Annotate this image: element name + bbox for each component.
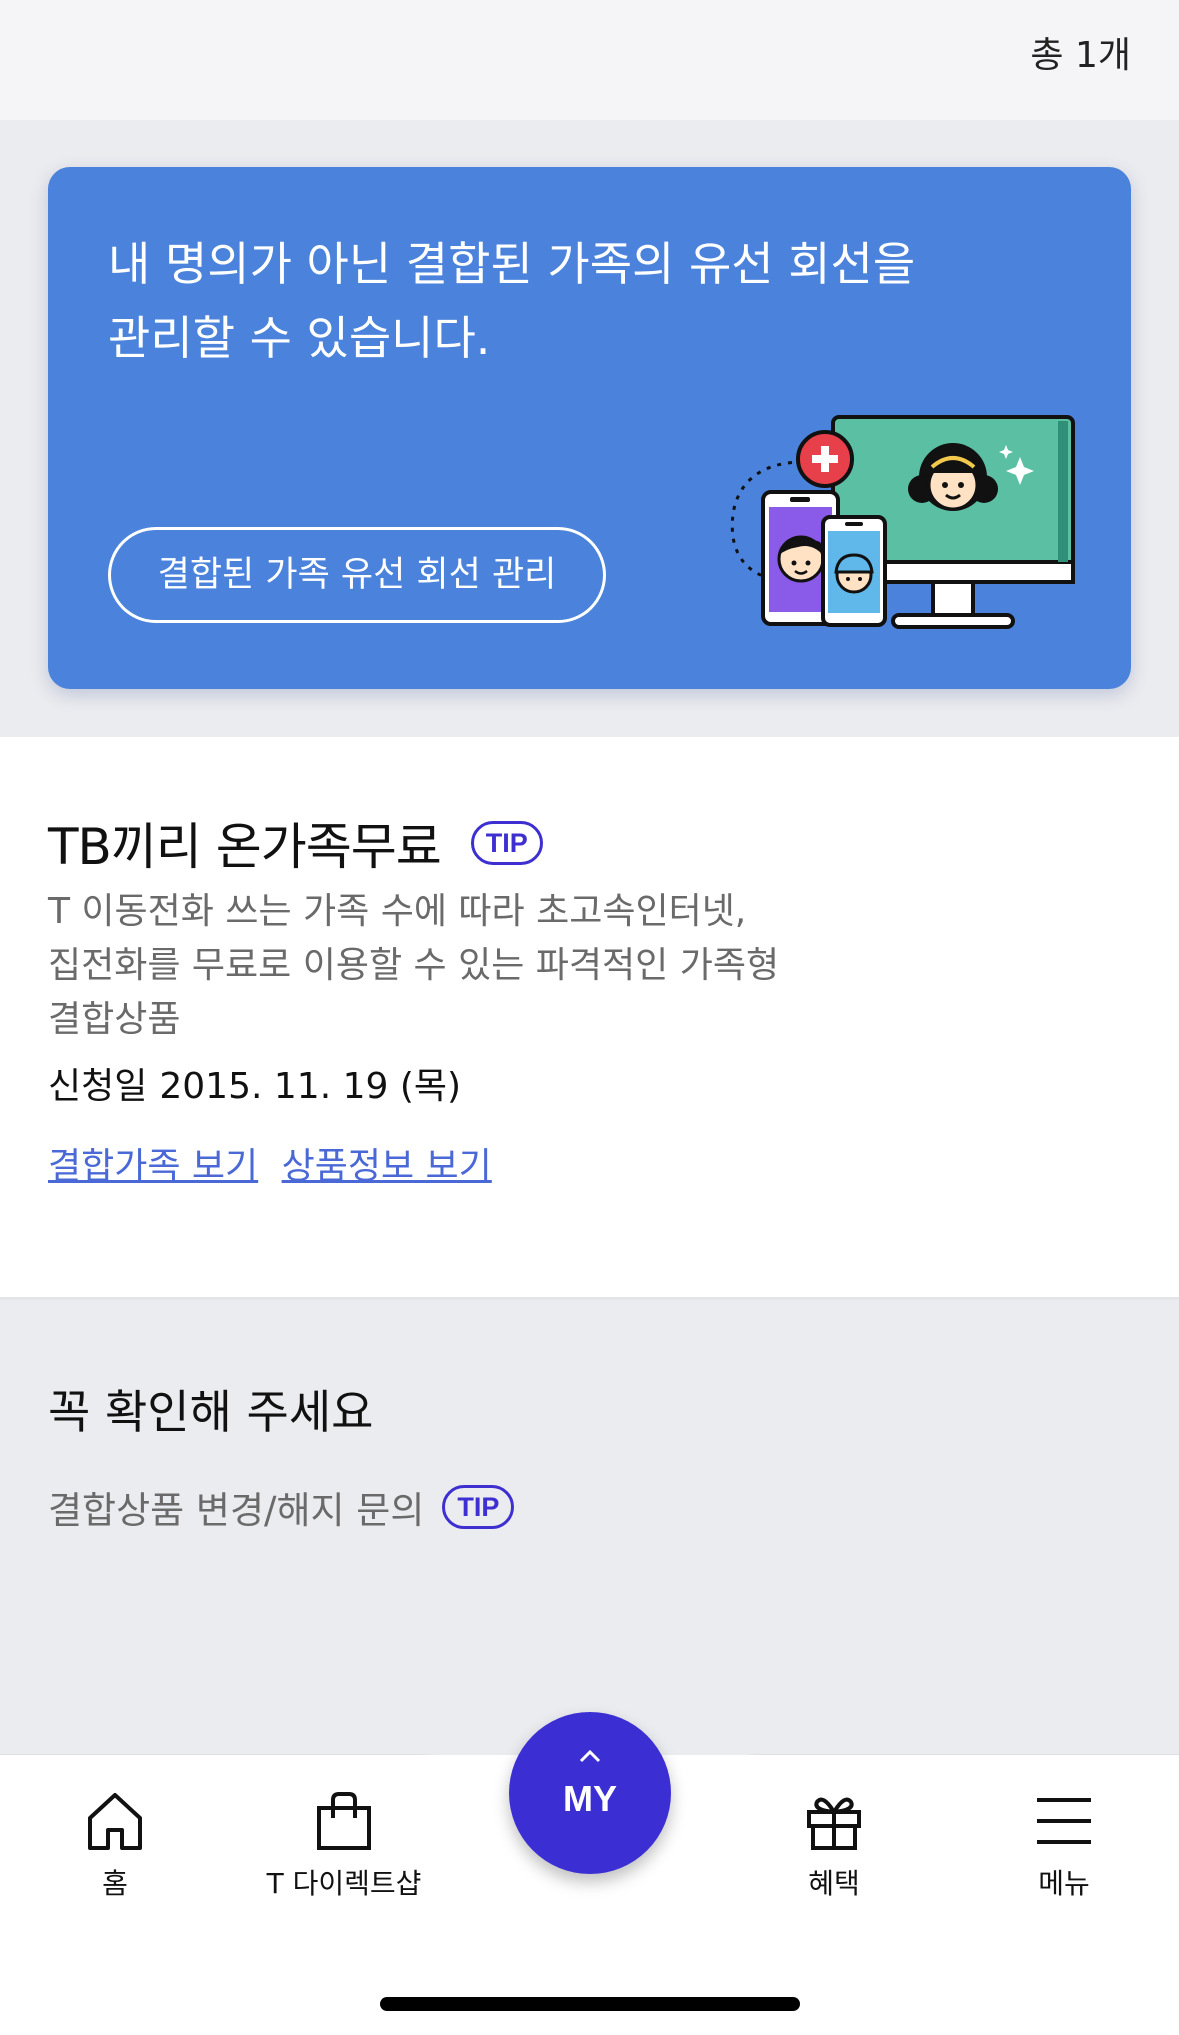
banner-section: 내 명의가 아닌 결합된 가족의 유선 회선을 관리할 수 있습니다. 결합된 … [0, 120, 1179, 737]
combined-product-card: TB끼리 온가족무료 TIP T 이동전화 쓰는 가족 수에 따라 초고속인터넷… [0, 737, 1179, 1299]
tab-home[interactable]: 홈 [15, 1790, 215, 1902]
product-description: T 이동전화 쓰는 가족 수에 따라 초고속인터넷, 집전화를 무료로 이용할 … [48, 891, 780, 1040]
family-devices-illustration [730, 415, 1075, 629]
hamburger-menu-icon [1037, 1798, 1091, 1844]
product-title: TB끼리 온가족무료 [48, 818, 442, 876]
family-wired-banner: 내 명의가 아닌 결합된 가족의 유선 회선을 관리할 수 있습니다. 결합된 … [48, 167, 1131, 689]
total-count: 총 1개 [1030, 35, 1131, 76]
top-bar: 총 1개 [0, 0, 1179, 120]
chevron-up-icon [579, 1749, 601, 1763]
apply-date-value: 2015. 11. 19 (목) [159, 1066, 462, 1107]
notice-item[interactable]: 결합상품 변경/해지 문의 TIP [48, 1480, 515, 1534]
tab-t-direct-shop[interactable]: T 다이렉트샵 [244, 1790, 444, 1902]
view-combined-family-link[interactable]: 결합가족 보기 [48, 1146, 258, 1187]
banner-text: 내 명의가 아닌 결합된 가족의 유선 회선을 관리할 수 있습니다. [108, 237, 916, 365]
tab-home-label: 홈 [102, 1867, 128, 1900]
gift-icon [807, 1797, 861, 1850]
apply-date-row: 신청일 2015. 11. 19 (목) [48, 1057, 461, 1109]
view-product-info-link[interactable]: 상품정보 보기 [282, 1146, 492, 1187]
notice-item-label: 결합상품 변경/해지 문의 [48, 1489, 425, 1532]
notice-tip-badge[interactable]: TIP [442, 1485, 515, 1529]
tab-menu-label: 메뉴 [1038, 1867, 1090, 1900]
product-links: 결합가족 보기 상품정보 보기 [48, 1137, 504, 1189]
tab-benefits[interactable]: 혜택 [734, 1790, 934, 1902]
tab-t-direct-shop-label: T 다이렉트샵 [266, 1867, 422, 1900]
apply-date-label: 신청일 [48, 1066, 148, 1107]
manage-family-wired-lines-button[interactable]: 결합된 가족 유선 회선 관리 [108, 527, 606, 623]
my-center-button[interactable]: MY [509, 1712, 671, 1874]
shopping-bag-icon [317, 1792, 371, 1850]
notice-title: 꼭 확인해 주세요 [48, 1385, 374, 1439]
home-indicator[interactable] [380, 1997, 800, 2011]
tab-benefits-label: 혜택 [808, 1867, 860, 1900]
tab-menu[interactable]: 메뉴 [964, 1790, 1164, 1902]
home-icon [88, 1793, 142, 1850]
product-tip-badge[interactable]: TIP [470, 821, 543, 865]
my-label: MY [563, 1778, 617, 1819]
product-title-row: TB끼리 온가족무료 TIP [48, 807, 543, 879]
